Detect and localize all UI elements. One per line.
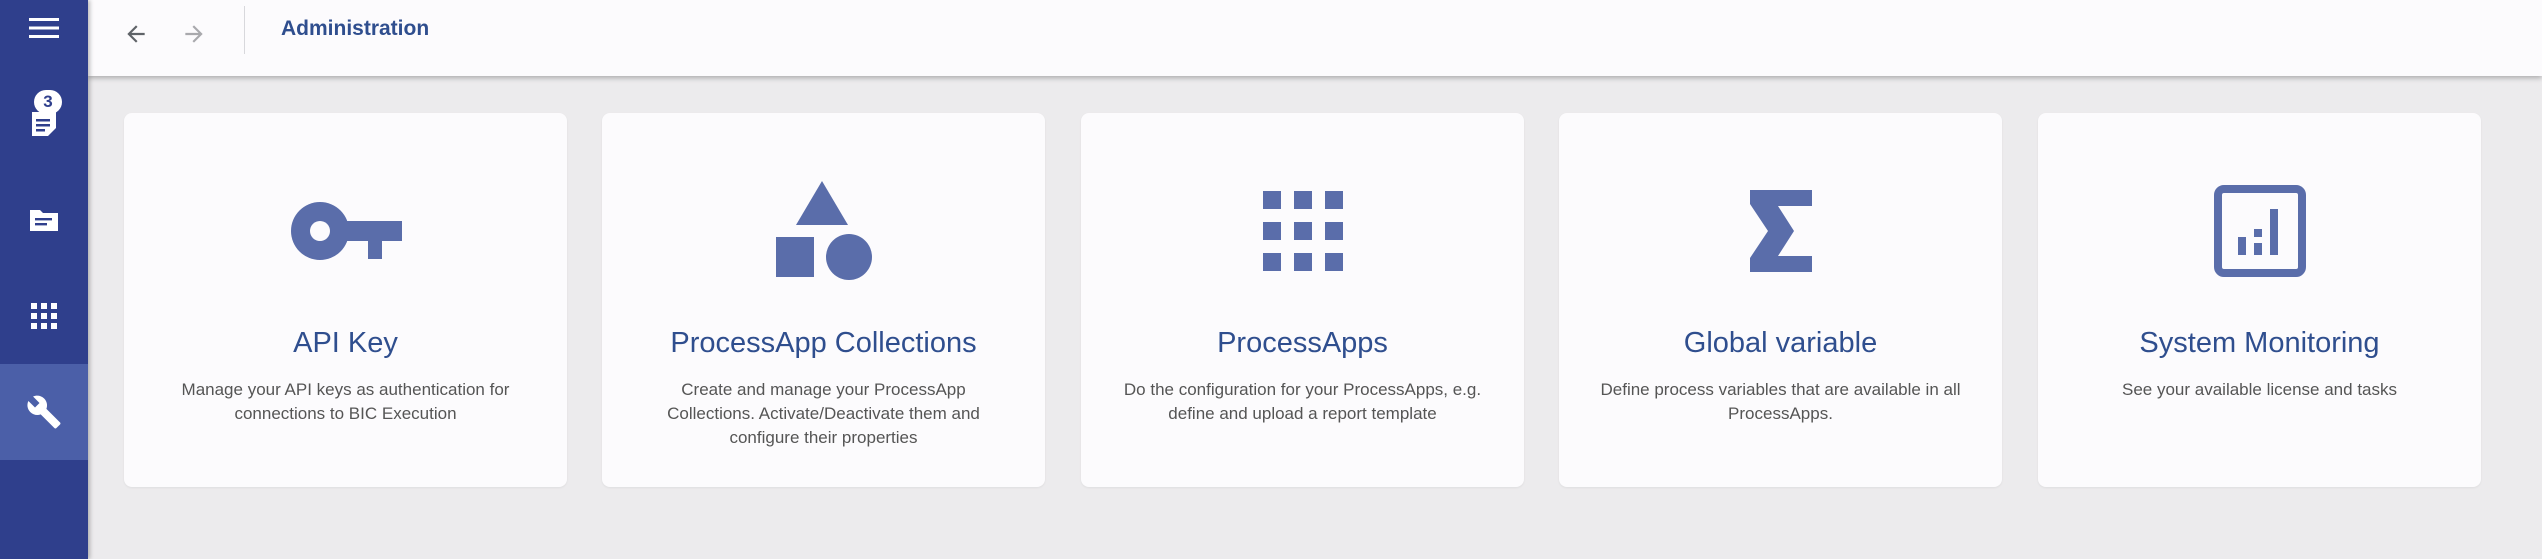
forward-button[interactable]: [172, 14, 216, 58]
page-title: Administration: [281, 17, 430, 40]
card-processapp-collections[interactable]: ProcessApp Collections Create and manage…: [602, 113, 1045, 487]
top-bar: Administration: [88, 0, 2542, 76]
sidebar-item-tasks[interactable]: 3: [0, 76, 88, 172]
back-button[interactable]: [114, 14, 158, 58]
sigma-icon: [1749, 189, 1812, 277]
toolbar-divider: [244, 6, 245, 54]
card-description: Define process variables that are availa…: [1600, 380, 1961, 423]
menu-icon: [29, 17, 59, 39]
sidebar-item-folder[interactable]: [0, 172, 88, 268]
card-title: ProcessApps: [1217, 327, 1388, 359]
card-processapps[interactable]: ProcessApps Do the configuration for you…: [1081, 113, 1524, 487]
apps-grid-icon: [31, 303, 57, 329]
shapes-icon: [775, 180, 872, 286]
card-system-monitoring[interactable]: System Monitoring See your available lic…: [2038, 113, 2481, 487]
card-description: Manage your API keys as authentication f…: [181, 380, 510, 423]
apps-grid-icon: [1262, 190, 1343, 276]
folder-icon: [29, 207, 59, 233]
card-description: See your available license and tasks: [2122, 380, 2397, 399]
arrow-left-icon: [123, 21, 149, 52]
monitoring-icon: [2213, 184, 2306, 282]
menu-button[interactable]: [0, 0, 88, 76]
wrench-icon: [26, 394, 62, 430]
card-description: Create and manage your ProcessApp Collec…: [667, 380, 980, 447]
card-global-variable[interactable]: Global variable Define process variables…: [1559, 113, 2002, 487]
sidebar-item-administration[interactable]: [0, 364, 88, 460]
card-title: ProcessApp Collections: [670, 327, 977, 359]
card-title: System Monitoring: [2139, 327, 2380, 359]
tasks-badge: 3: [34, 90, 62, 114]
sidebar: 3: [0, 0, 88, 559]
card-title: API Key: [293, 327, 398, 359]
card-title: Global variable: [1683, 327, 1878, 359]
card-api-key[interactable]: API Key Manage your API keys as authenti…: [124, 113, 567, 487]
card-description: Do the configuration for your ProcessApp…: [1123, 380, 1482, 423]
sidebar-item-apps[interactable]: [0, 268, 88, 364]
arrow-right-icon: [181, 21, 207, 52]
key-icon: [290, 201, 402, 266]
